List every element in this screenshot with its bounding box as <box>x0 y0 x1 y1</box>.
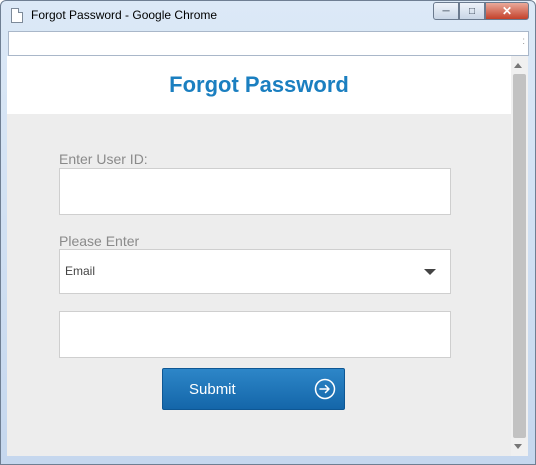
user-id-input[interactable] <box>59 168 451 215</box>
window-controls: ─ □ ✕ <box>433 2 529 20</box>
scrollbar-thumb[interactable] <box>513 74 526 438</box>
address-bar-edge-mark: : <box>522 36 525 47</box>
chevron-down-icon <box>424 269 436 275</box>
method-value-input[interactable] <box>59 311 451 358</box>
page-icon <box>11 8 23 23</box>
method-selected-value: Email <box>65 264 96 278</box>
address-bar[interactable]: : <box>8 31 529 56</box>
arrow-circle-right-icon <box>314 378 336 400</box>
submit-label: Submit <box>189 381 236 398</box>
window-title: Forgot Password - Google Chrome <box>31 8 218 22</box>
submit-button[interactable]: Submit <box>162 368 345 410</box>
vertical-scrollbar[interactable] <box>511 56 528 456</box>
scroll-down-icon[interactable] <box>514 444 522 449</box>
user-id-label: Enter User ID: <box>59 151 148 167</box>
method-select[interactable]: Email <box>59 249 451 294</box>
page-title: Forgot Password <box>169 72 349 97</box>
scroll-up-icon[interactable] <box>514 63 522 68</box>
page-content: Forgot Password Enter User ID: Please En… <box>7 56 511 456</box>
title-bar[interactable]: Forgot Password - Google Chrome ─ □ ✕ <box>1 1 535 31</box>
close-button[interactable]: ✕ <box>485 2 529 20</box>
page-header: Forgot Password <box>7 56 511 114</box>
maximize-button[interactable]: □ <box>459 2 485 20</box>
minimize-button[interactable]: ─ <box>433 2 459 20</box>
method-label: Please Enter <box>59 233 140 249</box>
